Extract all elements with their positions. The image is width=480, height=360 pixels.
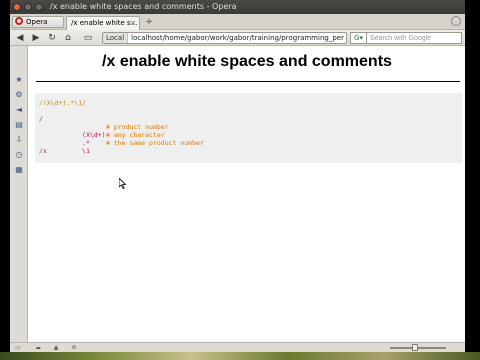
settings-icon[interactable]: ⚙ — [13, 89, 25, 101]
search-engine-selector[interactable]: G▾ — [350, 32, 366, 44]
navigation-bar: ◀ ▶ ↻ ⌂ ▭ Local localhost/home/gabor/work… — [10, 30, 465, 46]
code-line-backref: \1 # the same product number — [39, 139, 458, 155]
transfers-icon[interactable]: ⇩ — [13, 134, 25, 146]
code-block: /(X\d+).*\1/ / (X\d+) # product number .… — [35, 93, 462, 163]
code-comment: # product number — [106, 123, 169, 131]
opera-browser-window: /x enable white spaces and comments - Op… — [10, 0, 465, 352]
desktop-screen: /x enable white spaces and comments - Op… — [0, 0, 480, 360]
side-panel: ★ ⚙ ◄ ▤ ⇩ ◷ ▦ — [10, 46, 28, 342]
panel-toggle-icon[interactable]: ▭ — [14, 344, 22, 352]
desktop-wallpaper — [0, 352, 480, 360]
page-content: /x enable white spaces and comments /(X\… — [29, 46, 465, 342]
code-line-group: (X\d+) # product number — [39, 123, 458, 139]
address-local-badge[interactable]: Local — [103, 33, 129, 43]
opera-logo-icon — [15, 17, 23, 25]
title-divider — [36, 81, 460, 82]
tab-active[interactable]: /x enable white s... × — [66, 16, 140, 30]
tab-bar: Opera /x enable white s... × + — [10, 14, 465, 30]
zoom-slider[interactable] — [390, 344, 446, 351]
history-icon[interactable]: ◷ — [13, 149, 25, 161]
block-content-icon[interactable]: ⊘ — [70, 344, 78, 352]
tab-menu-icon[interactable] — [451, 16, 461, 26]
status-bar: ▭ ☁ ▲ ⊘ — [10, 342, 465, 352]
code-line-open: / — [39, 115, 43, 123]
search-input[interactable] — [366, 32, 462, 44]
window-controls — [13, 3, 43, 11]
back-icon[interactable]: ◀ — [14, 32, 26, 44]
new-tab-icon[interactable]: + — [143, 17, 155, 27]
maximize-window-button[interactable] — [35, 3, 43, 11]
home-icon[interactable]: ⌂ — [62, 32, 74, 44]
code-comment: # any character — [106, 131, 165, 139]
window-title-bar[interactable]: /x enable white spaces and comments - Op… — [10, 0, 465, 14]
minimize-window-button[interactable] — [24, 3, 32, 11]
page-info-icon[interactable]: ▭ — [82, 32, 94, 44]
reload-icon[interactable]: ↻ — [46, 32, 58, 44]
code-comment: # the same product number — [106, 139, 204, 147]
code-line-any: .* # any character — [39, 131, 458, 147]
notes-icon[interactable]: ▤ — [13, 119, 25, 131]
turbo-icon[interactable]: ▲ — [52, 344, 60, 352]
unite-icon[interactable]: ☁ — [34, 344, 42, 352]
forward-icon[interactable]: ▶ — [30, 32, 42, 44]
panel-icon[interactable]: ▦ — [13, 164, 25, 176]
tab-close-icon[interactable]: × — [130, 17, 136, 29]
window-title: /x enable white spaces and comments - Op… — [50, 2, 237, 11]
close-window-button[interactable] — [13, 3, 21, 11]
code-line-close: /x — [39, 147, 47, 155]
opera-menu-label: Opera — [26, 18, 48, 26]
share-icon[interactable]: ◄ — [13, 104, 25, 116]
page-title: /x enable white spaces and comments — [102, 53, 392, 70]
bookmarks-icon[interactable]: ★ — [13, 74, 25, 86]
opera-menu-button[interactable]: Opera — [12, 16, 64, 28]
code-line-regex: /(X\d+).*\1/ — [39, 99, 86, 107]
address-url[interactable]: localhost/home/gabor/work/gabor/training… — [131, 34, 344, 42]
zoom-slider-thumb[interactable] — [412, 344, 418, 351]
address-field[interactable]: Local localhost/home/gabor/work/gabor/tra… — [102, 32, 347, 44]
tab-label: /x enable white s... — [71, 19, 138, 27]
